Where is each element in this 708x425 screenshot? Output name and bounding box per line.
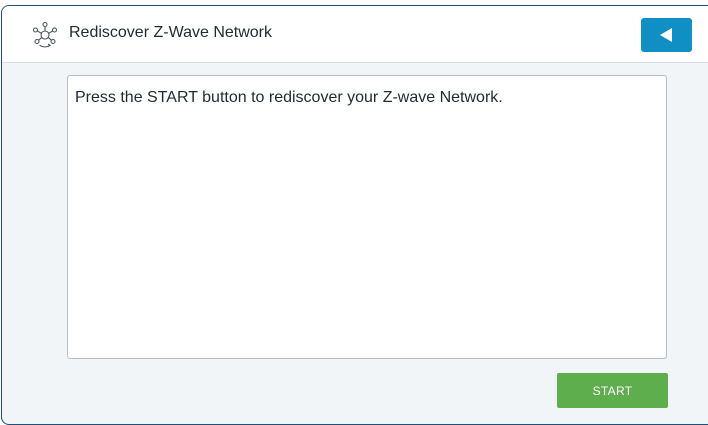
back-arrow-icon xyxy=(660,28,672,42)
dialog-window: Rediscover Z-Wave Network Press the STAR… xyxy=(1,5,708,425)
zwave-network-icon xyxy=(30,20,60,50)
dialog-header: Rediscover Z-Wave Network xyxy=(2,6,708,63)
page-title: Rediscover Z-Wave Network xyxy=(69,24,273,41)
start-button[interactable]: START xyxy=(557,373,668,408)
back-button[interactable] xyxy=(641,18,692,52)
instruction-text: Press the START button to rediscover you… xyxy=(75,89,503,106)
message-box: Press the START button to rediscover you… xyxy=(67,75,667,359)
